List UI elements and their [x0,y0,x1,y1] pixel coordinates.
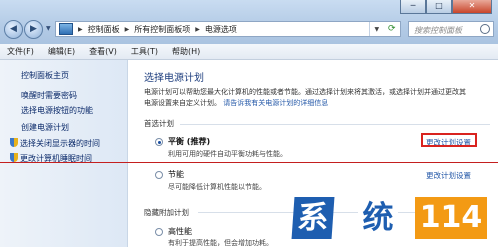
description-line-2: 电源设置来自定义计划。 [144,99,221,107]
sidebar-item-create-plan[interactable]: 创建电源计划 [21,122,69,133]
menu-tools[interactable]: 工具(T) [124,44,165,59]
menu-file[interactable]: 文件(F) [0,44,41,59]
close-button[interactable]: ✕ [452,0,492,14]
back-button[interactable]: ◀ [4,20,23,39]
refresh-icon[interactable]: ⟳ [388,24,396,34]
sidebar: 控制面板主页 唤醒时需要密码 选择电源按钮的功能 创建电源计划 选择关闭显示器的… [0,60,128,247]
menu-bar: 文件(F) 编辑(E) 查看(V) 工具(T) 帮助(H) [0,44,498,60]
sidebar-item-wake-password[interactable]: 唤醒时需要密码 [21,90,77,101]
page-description: 电源计划可以帮助您最大化计算机的性能或者节能。通过选择计划来将其激活，或选择计划… [144,87,494,109]
menu-help[interactable]: 帮助(H) [165,44,207,59]
title-bar: ─ □ ✕ ◀ ▶ ▼ ▶ 控制面板 ▶ 所有控制面板项 ▶ 电源选项 ▼ ⟳ [0,0,498,44]
balanced-plan-description: 利用可用的硬件自动平衡功耗与性能。 [168,150,287,158]
search-input[interactable]: 搜索控制面板 [408,21,494,37]
description-line-1: 电源计划可以帮助您最大化计算机的性能或者节能。通过选择计划来将其激活，或选择计划… [144,88,466,96]
dropdown-icon[interactable]: ▼ [374,26,379,33]
section-divider [180,124,490,125]
shield-icon [10,153,18,162]
sidebar-item-label: 选择关闭显示器的时间 [20,139,100,148]
breadcrumb-control-panel[interactable]: 控制面板 [88,24,120,35]
breadcrumb-all-items[interactable]: 所有控制面板项 [134,24,190,35]
breadcrumb-power-options[interactable]: 电源选项 [205,24,237,35]
high-performance-plan-description: 有利于提高性能，但会增加功耗。 [168,239,273,247]
watermark-char-1: 系 [291,197,335,239]
power-saver-plan-name[interactable]: 节能 [168,169,184,180]
address-actions: ▼ ⟳ [369,22,400,36]
hide-additional-plans-toggle[interactable]: 隐藏附加计划 [144,207,189,218]
search-icon[interactable] [480,24,490,34]
recent-pages-icon[interactable]: ▼ [46,25,51,32]
sidebar-item-display-off[interactable]: 选择关闭显示器的时间 [10,138,100,149]
high-performance-radio[interactable] [155,228,163,236]
shield-icon [10,138,18,147]
annotation-line [0,162,498,163]
sidebar-item-power-button[interactable]: 选择电源按钮的功能 [21,105,93,116]
power-saver-radio[interactable] [155,171,163,179]
sidebar-home-link[interactable]: 控制面板主页 [21,70,69,81]
minimize-button[interactable]: ─ [400,0,426,14]
maximize-button[interactable]: □ [426,0,452,14]
search-placeholder: 搜索控制面板 [414,26,462,35]
breadcrumb-separator-icon: ▶ [124,25,130,33]
address-bar[interactable]: ▶ 控制面板 ▶ 所有控制面板项 ▶ 电源选项 ▼ ⟳ [55,21,401,37]
window-controls: ─ □ ✕ [400,0,492,14]
watermark-number: 114 [415,197,487,239]
power-saver-plan-description: 尽可能降低计算机性能以节能。 [168,183,266,191]
menu-view[interactable]: 查看(V) [82,44,124,59]
highlight-box [421,133,477,147]
preferred-plans-label: 首选计划 [144,119,174,128]
control-panel-window: ─ □ ✕ ◀ ▶ ▼ ▶ 控制面板 ▶ 所有控制面板项 ▶ 电源选项 ▼ ⟳ [0,0,498,247]
forward-button[interactable]: ▶ [24,20,43,39]
breadcrumb-separator-icon: ▶ [78,25,83,33]
learn-more-link[interactable]: 请告诉我有关电源计划的详细信息 [223,99,328,107]
high-performance-plan-name[interactable]: 高性能 [168,226,192,237]
breadcrumb-separator-icon: ▶ [195,25,200,33]
page-title: 选择电源计划 [144,73,204,84]
balanced-plan-name[interactable]: 平衡 (推荐) [168,136,210,147]
menu-edit[interactable]: 编辑(E) [41,44,82,59]
control-panel-icon [59,23,73,35]
watermark-char-2: 统 [358,197,398,239]
balanced-radio[interactable] [155,138,163,146]
navigation-bar: ◀ ▶ ▼ ▶ 控制面板 ▶ 所有控制面板项 ▶ 电源选项 ▼ ⟳ 搜索控制面板 [0,19,498,41]
power-saver-change-settings-link[interactable]: 更改计划设置 [426,170,471,181]
